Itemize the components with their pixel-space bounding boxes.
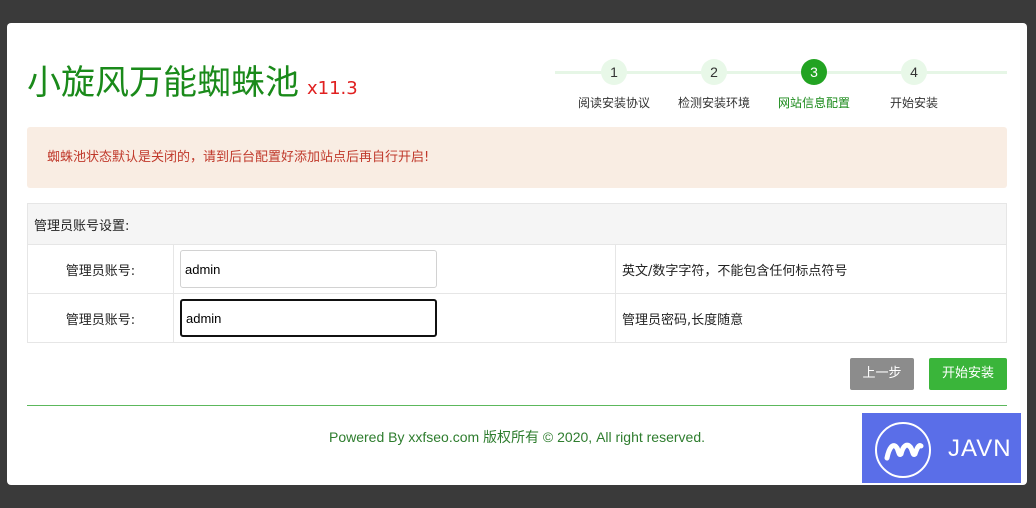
page-title: 小旋风万能蜘蛛池 x11.3 — [27, 55, 358, 104]
step-label: 开始安装 — [889, 96, 938, 110]
step-label: 阅读安装协议 — [577, 96, 650, 110]
admin-username-input[interactable] — [180, 250, 437, 288]
start-install-button[interactable]: 开始安装 — [929, 358, 1007, 390]
table-row: 管理员账号: 管理员密码,长度随意 — [27, 293, 1007, 343]
install-steps: 1 阅读安装协议 2 检测安装环境 3 网站信息配置 4 开始安装 — [555, 59, 1007, 119]
table-header-row: 管理员账号设置: — [27, 203, 1007, 245]
step-number: 2 — [701, 59, 727, 85]
field-label: 管理员账号: — [27, 244, 174, 294]
table-row: 管理员账号: 英文/数字字符，不能包含任何标点符号 — [27, 244, 1007, 294]
footer-divider — [27, 405, 1007, 406]
step-label: 网站信息配置 — [777, 96, 850, 110]
javn-logo-icon — [875, 422, 931, 478]
step-number: 4 — [901, 59, 927, 85]
field-label: 管理员账号: — [27, 293, 174, 343]
field-hint: 管理员密码,长度随意 — [615, 293, 1007, 343]
step-number: 1 — [601, 59, 627, 85]
field-hint: 英文/数字字符，不能包含任何标点符号 — [615, 244, 1007, 294]
step-start-install: 4 开始安装 — [864, 59, 964, 111]
version-label: x11.3 — [307, 78, 358, 99]
app-title: 小旋风万能蜘蛛池 — [27, 63, 299, 103]
admin-password-input[interactable] — [180, 299, 437, 337]
admin-settings-table: 管理员账号设置: 管理员账号: 英文/数字字符，不能包含任何标点符号 管理员账号… — [27, 203, 1007, 343]
notice-alert: 蜘蛛池状态默认是关闭的，请到后台配置好添加站点后再自行开启! — [27, 127, 1007, 188]
input-cell — [173, 244, 616, 294]
section-title: 管理员账号设置: — [27, 203, 1007, 245]
watermark-text: JAVN — [948, 435, 1012, 462]
prev-step-button[interactable]: 上一步 — [850, 358, 914, 390]
step-read-agreement: 1 阅读安装协议 — [564, 59, 664, 111]
step-label: 检测安装环境 — [677, 96, 750, 110]
step-site-config: 3 网站信息配置 — [764, 59, 864, 111]
step-number: 3 — [801, 59, 827, 85]
watermark-badge: JAVN — [862, 413, 1021, 483]
javn-logo-icon — [884, 442, 924, 461]
step-check-environment: 2 检测安装环境 — [664, 59, 764, 111]
input-cell — [173, 293, 616, 343]
